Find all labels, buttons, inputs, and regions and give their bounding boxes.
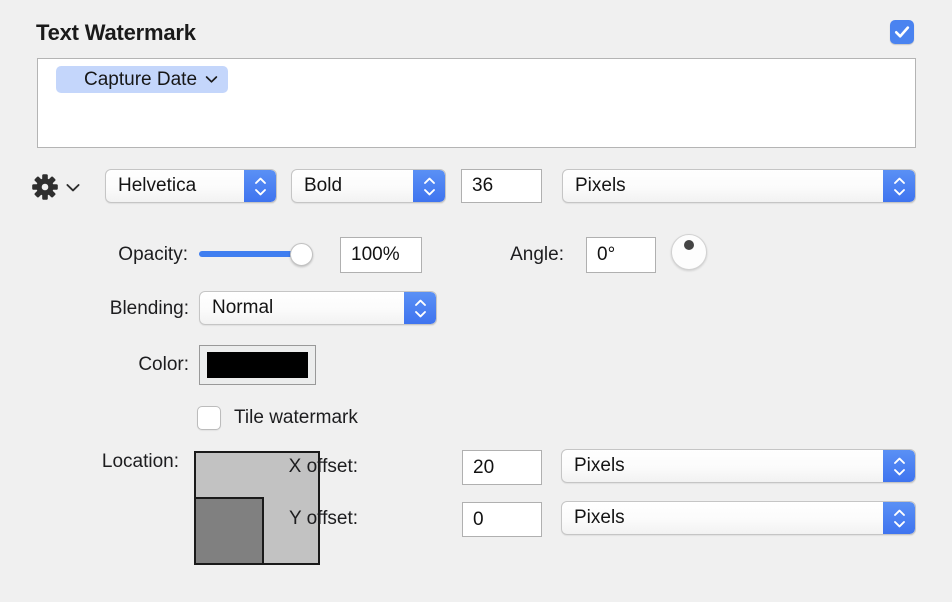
font-family-popup[interactable]: Helvetica (105, 169, 277, 203)
x-offset-unit-popup[interactable]: Pixels (561, 449, 916, 483)
font-style-popup[interactable]: Bold (291, 169, 446, 203)
blending-popup[interactable]: Normal (199, 291, 437, 325)
x-offset-unit-stepper[interactable] (883, 450, 915, 482)
opacity-label: Opacity: (118, 244, 188, 265)
chevron-down-icon (893, 188, 905, 195)
location-cell-bottom-left[interactable] (196, 497, 264, 563)
enable-text-watermark-checkbox[interactable] (890, 20, 914, 44)
font-size-unit-value: Pixels (575, 175, 626, 196)
chevron-up-icon (893, 177, 905, 184)
angle-value-input[interactable]: 0° (586, 237, 656, 273)
opacity-slider-knob[interactable] (290, 243, 313, 266)
angle-dial-indicator (684, 240, 694, 250)
chevron-up-icon (893, 457, 905, 464)
tile-watermark-checkbox[interactable] (197, 406, 221, 430)
page-title: Text Watermark (36, 20, 196, 45)
chevron-up-icon (254, 177, 266, 184)
font-family-value: Helvetica (118, 175, 197, 196)
tile-watermark-label: Tile watermark (234, 407, 358, 428)
font-size-unit-popup[interactable]: Pixels (562, 169, 916, 203)
font-family-stepper[interactable] (244, 170, 276, 202)
font-size-input[interactable]: 36 (461, 169, 542, 203)
font-style-stepper[interactable] (413, 170, 445, 202)
color-swatch-fill (207, 352, 308, 378)
y-offset-label: Y offset: (288, 508, 358, 529)
y-offset-unit-popup[interactable]: Pixels (561, 501, 916, 535)
x-offset-unit-value: Pixels (574, 455, 625, 476)
x-offset-label: X offset: (288, 456, 358, 477)
watermark-text-input[interactable]: Capture Date (37, 58, 916, 148)
chevron-down-icon (66, 183, 80, 191)
chevron-down-icon (205, 76, 218, 83)
color-swatch-button[interactable] (199, 345, 316, 385)
angle-dial[interactable] (671, 234, 707, 270)
chevron-up-icon (414, 299, 426, 306)
font-style-value: Bold (304, 175, 343, 196)
chevron-up-icon (423, 177, 435, 184)
checkmark-icon (894, 26, 910, 38)
panel-header: Text Watermark (0, 0, 952, 54)
y-offset-unit-stepper[interactable] (883, 502, 915, 534)
y-offset-input[interactable]: 0 (462, 502, 542, 537)
blending-stepper[interactable] (404, 292, 436, 324)
opacity-value-input[interactable]: 100% (340, 237, 422, 273)
opacity-slider[interactable] (199, 243, 317, 266)
font-size-unit-stepper[interactable] (883, 170, 915, 202)
chevron-down-icon (423, 188, 435, 195)
chevron-down-icon (254, 188, 266, 195)
token-label: Capture Date (84, 68, 198, 90)
chevron-up-icon (893, 509, 905, 516)
blending-label: Blending: (109, 298, 189, 319)
x-offset-input[interactable]: 20 (462, 450, 542, 485)
angle-label: Angle: (510, 244, 564, 265)
y-offset-unit-value: Pixels (574, 507, 625, 528)
blending-value: Normal (212, 297, 274, 318)
color-label: Color: (138, 354, 189, 375)
chevron-down-icon (893, 520, 905, 527)
chevron-down-icon (893, 468, 905, 475)
gear-icon (32, 174, 58, 200)
font-options-gear-button[interactable] (30, 172, 81, 202)
location-label: Location: (101, 451, 179, 472)
tile-watermark-row[interactable]: Tile watermark (197, 406, 358, 430)
chevron-down-icon (414, 310, 426, 317)
token-capture-date[interactable]: Capture Date (56, 66, 229, 93)
